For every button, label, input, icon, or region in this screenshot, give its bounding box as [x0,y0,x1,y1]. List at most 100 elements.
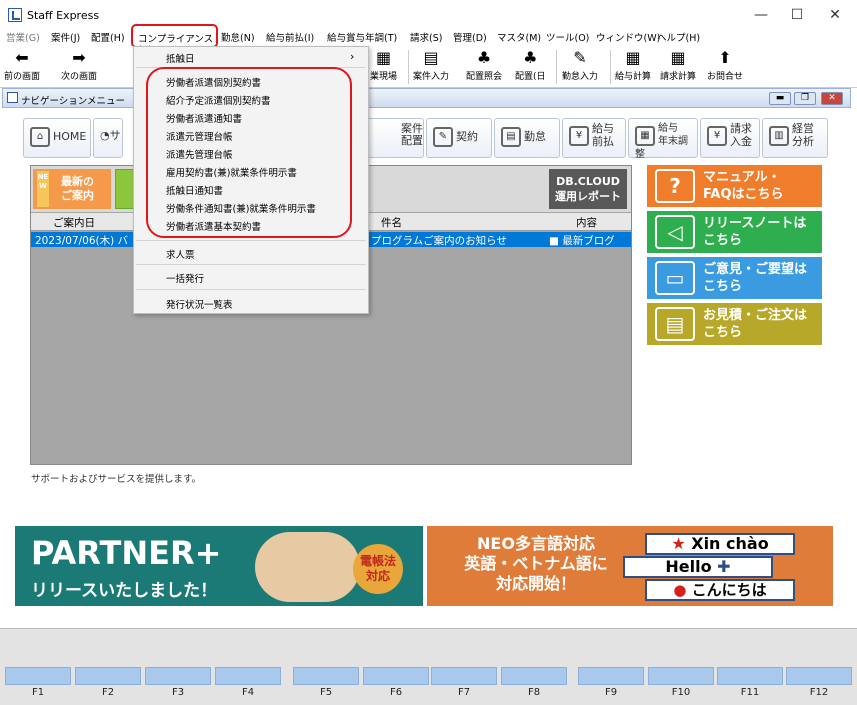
headset-icon: ◔ [100,129,110,142]
title-bar: Staff Express — ☐ ✕ [0,0,857,30]
menu-help[interactable]: ヘルプ(H) [657,30,700,44]
japan-flag-icon: ● [673,581,692,599]
maximize-button[interactable]: ☐ [780,5,814,25]
window-icon [7,92,18,103]
toolbar-kyuyo-calc-button[interactable]: ▦ 給与計算 [615,49,651,83]
cell-content: ■ 最新ブログ [549,235,615,247]
forward-button[interactable]: ➡ 次の画面 [61,48,97,83]
toolbar: ⬅ 前の画面 ➡ 次の画面 ▦ 業現場 ▤ 案件入力 ♣ 配置照会 ♣ 配置(日 ✎ 勤怠入力… [0,46,857,88]
f12-button[interactable]: F12 [786,667,852,703]
question-icon: ? [655,169,695,203]
navigation-window: ナビゲーションメニュー ▬ ❐ ✕ ⌂ HOME ◔サ 案件 配置 ✎ 契約 ▤ 勤怠… [0,88,857,628]
f8-button[interactable]: F8 [501,667,567,703]
toolbar-separator [610,50,611,84]
edit-icon: ✎ [573,48,587,67]
megaphone-icon: ◁ [655,215,695,249]
f10-button[interactable]: F10 [648,667,714,703]
menu-item-haken-kihon[interactable]: 労働者派遣基本契約書 [166,219,261,233]
f7-button[interactable]: F7 [431,667,497,703]
menu-item-hakko-jokyo[interactable]: 発行状況一覧表 [166,297,233,311]
f2-button[interactable]: F2 [75,667,141,703]
denchoho-badge: 電帳法 対応 [353,544,403,594]
tab-anken-haichi[interactable]: 案件 配置 [366,118,424,158]
menu-kanri[interactable]: 管理(D) [453,30,487,44]
menu-item-teishokubi[interactable]: 抵触日 [166,51,195,65]
toolbar-haichi-day-button[interactable]: ♣ 配置(日 [515,49,546,83]
nav-title-bar: ナビゲーションメニュー ▬ ❐ ✕ [2,88,851,108]
arrow-right-icon: ➡ [72,48,86,67]
contract-icon: ✎ [433,127,453,147]
tab-keiyaku[interactable]: ✎ 契約 [426,118,492,158]
release-notes-button[interactable]: ◁ リリースノートは こちら [647,211,822,253]
menu-kyuyo-shoyo[interactable]: 給与賞与年調(T) [327,30,397,44]
menu-kyuyo-maebarai[interactable]: 給与前払(I) [266,30,314,44]
menu-compliance[interactable]: コンプライアンス(C) [131,24,218,56]
tab-seikyu-nyukin[interactable]: ¥ 請求 入金 [700,118,760,158]
cell-date: 2023/07/06(木) バ [35,235,129,247]
toolbar-genba-button[interactable]: ▦ 業現場 [370,48,397,83]
f6-button[interactable]: F6 [363,667,429,703]
toolbar-inquiry-button[interactable]: ⬆ お問合せ [707,49,743,83]
menu-item-teishoku-tsuchi[interactable]: 抵触日通知書 [166,183,223,197]
nav-close-button[interactable]: ✕ [821,92,843,105]
feedback-button[interactable]: ▭ ご意見・ご要望は こちら [647,257,822,299]
nav-minimize-button[interactable]: ▬ [769,92,791,105]
menu-haichi[interactable]: 配置(H) [91,30,125,44]
f9-button[interactable]: F9 [578,667,644,703]
f4-button[interactable]: F4 [215,667,281,703]
latest-news-button[interactable]: NEW 最新の ご案内 [33,169,111,209]
tab-support[interactable]: ◔サ [93,118,123,158]
f1-button[interactable]: F1 [5,667,71,703]
menu-anken[interactable]: 案件(J) [51,30,80,44]
nav-restore-button[interactable]: ❐ [794,92,816,105]
people-illustration [255,532,360,602]
menu-item-kyujinhyo[interactable]: 求人票 [166,247,195,261]
nav-title: ナビゲーションメニュー [21,96,126,107]
menu-eigyo[interactable]: 営業(G) [6,30,40,44]
menu-separator [136,264,366,265]
home-icon: ⌂ [30,127,50,147]
menu-item-koyo-keiyaku[interactable]: 雇用契約書(兼)就業条件明示書 [166,165,297,179]
quote-order-button[interactable]: ▤ お見積・ご注文は こちら [647,303,822,345]
f11-button[interactable]: F11 [717,667,783,703]
tab-keiei-bunseki[interactable]: ▥ 経営 分析 [762,118,828,158]
menu-seikyu[interactable]: 請求(S) [410,30,442,44]
menu-item-shokai-yotei[interactable]: 紹介予定派遣個別契約書 [166,93,271,107]
menu-tool[interactable]: ツール(O) [546,30,589,44]
back-button[interactable]: ⬅ 前の画面 [4,48,40,83]
f5-button[interactable]: F5 [293,667,359,703]
toolbar-seikyu-calc-button[interactable]: ▦ 請求計算 [660,48,696,83]
app-icon [8,8,22,22]
menu-item-ikkatsu-hakko[interactable]: 一括発行 [166,271,204,285]
tab-kyuyo-maebarai[interactable]: ¥ 給与 前払 [562,118,626,158]
tab-home[interactable]: ⌂ HOME [23,118,91,158]
menu-item-haken-kobetsu[interactable]: 労働者派遣個別契約書 [166,75,261,89]
tab-kintai[interactable]: ▤ 勤怠 [494,118,560,158]
toolbar-kintai-input-button[interactable]: ✎ 勤怠入力 [562,48,598,83]
partner-plus-banner[interactable]: PARTNER+ リリースいたしました！ 電帳法 対応 [15,526,423,606]
column-header-subject: 件名 [381,217,402,229]
menu-kintai[interactable]: 勤怠(N) [221,30,255,44]
dbcloud-report-button[interactable]: DB.CLOUD 運用レポート [549,169,627,209]
minimize-button[interactable]: — [744,5,778,25]
menu-bar: 営業(G) 案件(J) 配置(H) 勤怠(N) 給与前払(I) 給与賞与年調(T… [0,27,857,46]
close-button[interactable]: ✕ [818,5,852,25]
calculator-icon: ▦ [670,48,686,67]
menu-item-rodo-joken[interactable]: 労働条件通知書(兼)就業条件明示書 [166,201,316,215]
tab-kyuyo-nenmatsu[interactable]: ▦ 給与 年末調整 [628,118,698,160]
green-tab-button[interactable] [115,169,135,209]
register-icon: ▤ [655,307,695,341]
menu-master[interactable]: マスタ(M) [497,30,541,44]
multilingual-banner[interactable]: NEO多言語対応 英語・ベトナム語に 対応開始！ ★ Xin chào Hell… [427,526,833,606]
f3-button[interactable]: F3 [145,667,211,703]
arrow-left-icon: ⬅ [15,48,29,67]
manual-faq-button[interactable]: ? マニュアル・ FAQはこちら [647,165,822,207]
building-icon: ▦ [375,48,392,67]
menu-window[interactable]: ウィンドウ(W) [596,30,660,44]
toolbar-separator [408,50,409,84]
menu-item-hakensaki-daicho[interactable]: 派遣先管理台帳 [166,147,233,161]
toolbar-anken-input-button[interactable]: ▤ 案件入力 [413,49,449,83]
toolbar-haichi-shokai-button[interactable]: ♣ 配置照会 [466,49,502,83]
menu-item-hakenmoto-daicho[interactable]: 派遣元管理台帳 [166,129,233,143]
menu-item-haken-tsuchi[interactable]: 労働者派遣通知書 [166,111,242,125]
